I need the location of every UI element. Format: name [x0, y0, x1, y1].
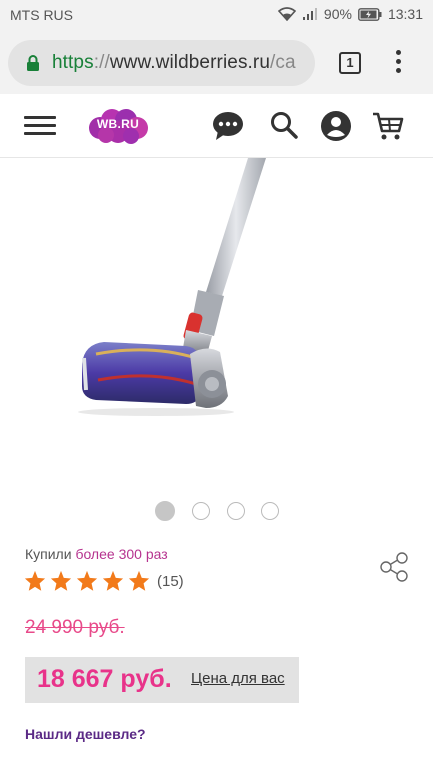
site-header: WB.RU	[0, 94, 433, 158]
review-count[interactable]: (15)	[157, 573, 184, 590]
carousel-dot-1[interactable]	[155, 501, 175, 521]
image-carousel-dots	[0, 501, 433, 522]
wifi-icon	[277, 7, 296, 21]
lock-icon	[27, 55, 39, 71]
purchase-count: Купили более 300 раз	[25, 546, 168, 562]
browser-menu-icon[interactable]	[393, 50, 403, 76]
user-icon[interactable]	[321, 111, 351, 141]
star-icon	[50, 570, 72, 591]
found-cheaper-link[interactable]: Нашли дешевле?	[25, 726, 146, 742]
price-box: 18 667 руб. Цена для вас	[25, 657, 299, 703]
share-icon[interactable]	[379, 552, 409, 582]
chat-icon[interactable]	[212, 111, 244, 141]
address-bar[interactable]: https://www.wildberries.ru/ca	[8, 40, 315, 86]
status-bar: MTS RUS 90% 13:31	[0, 0, 433, 32]
star-icon	[128, 570, 150, 591]
url-text: https://www.wildberries.ru/ca	[52, 52, 296, 73]
carousel-dot-3[interactable]	[227, 502, 245, 520]
logo-text: WB.RU	[96, 117, 140, 131]
tab-switcher-button[interactable]: 1	[339, 52, 361, 74]
clock: 13:31	[387, 6, 423, 22]
cart-icon[interactable]	[372, 111, 404, 141]
menu-icon[interactable]	[24, 116, 56, 136]
purchase-count-value: более 300 раз	[75, 546, 168, 562]
old-price: 24 990 руб.	[25, 617, 125, 638]
signal-icon	[302, 8, 317, 20]
battery-icon	[358, 7, 382, 21]
status-right: 90% 13:31	[277, 6, 423, 22]
wb-logo[interactable]: WB.RU	[86, 107, 150, 145]
carousel-dot-4[interactable]	[261, 502, 279, 520]
product-image[interactable]	[0, 158, 433, 488]
search-icon[interactable]	[270, 111, 298, 139]
battery-percent: 90%	[323, 6, 352, 22]
current-price: 18 667 руб.	[37, 665, 172, 693]
browser-toolbar: https://www.wildberries.ru/ca 1	[0, 32, 433, 94]
rating-stars[interactable]: (15)	[24, 570, 184, 592]
carrier-name: MTS RUS	[10, 7, 73, 23]
price-for-you-link[interactable]: Цена для вас	[191, 670, 285, 687]
star-icon	[102, 570, 124, 591]
carousel-dot-2[interactable]	[192, 502, 210, 520]
star-icon	[24, 570, 46, 591]
star-icon	[76, 570, 98, 591]
